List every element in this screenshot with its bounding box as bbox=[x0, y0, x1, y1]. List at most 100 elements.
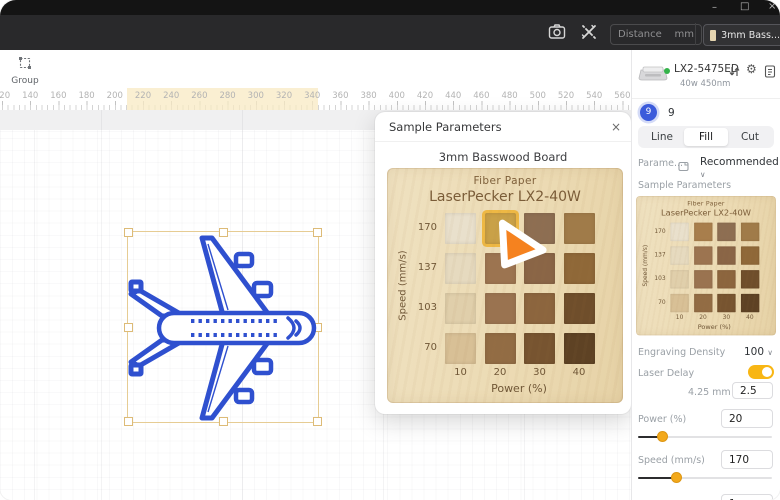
speed-input[interactable]: 170 bbox=[721, 450, 773, 469]
power-slider-knob[interactable] bbox=[657, 431, 668, 442]
tab-fill[interactable]: Fill bbox=[684, 128, 728, 146]
card-xlabel: Power (%) bbox=[670, 323, 758, 331]
power-input[interactable]: 20 bbox=[721, 409, 773, 428]
card-power-tick: 20 bbox=[485, 367, 516, 378]
right-sidebar: LX2-5475ED 40w 450nm ⚙ 9 9 Line Fill Cut… bbox=[632, 50, 780, 500]
device-status-dot bbox=[664, 68, 670, 74]
power-slider[interactable] bbox=[638, 436, 772, 438]
distance-unit: mm bbox=[675, 29, 694, 40]
card-speed-tick: 103 bbox=[647, 275, 666, 282]
ruler-label: 420 bbox=[417, 91, 433, 101]
engraving-density-dropdown[interactable]: 100 ∨ bbox=[744, 346, 773, 358]
card-swatch bbox=[670, 294, 688, 312]
distance-placeholder: Distance bbox=[618, 29, 662, 40]
card-xlabel: Power (%) bbox=[445, 382, 593, 395]
card-power-tick: 40 bbox=[741, 314, 759, 321]
ruler-label: 220 bbox=[135, 91, 151, 101]
ruler-label: 520 bbox=[558, 91, 574, 101]
mode-tabs: Line Fill Cut bbox=[638, 126, 774, 148]
card-subtitle: LaserPecker LX2-40W bbox=[636, 208, 776, 217]
sample-parameters-thumbnail[interactable]: Fiber PaperLaserPecker LX2-40WSpeed (mm/… bbox=[636, 196, 776, 336]
card-swatch bbox=[670, 246, 688, 264]
card-title: Fiber Paper bbox=[387, 175, 623, 187]
card-swatch bbox=[670, 223, 688, 241]
card-swatch[interactable] bbox=[564, 253, 595, 284]
card-swatch bbox=[694, 246, 712, 264]
laser-delay-toggle[interactable] bbox=[748, 365, 774, 379]
card-swatch[interactable] bbox=[445, 213, 476, 244]
card-swatch[interactable] bbox=[485, 293, 516, 324]
card-swatch[interactable] bbox=[485, 333, 516, 364]
card-swatch bbox=[694, 270, 712, 288]
device-spec: 40w 450nm bbox=[680, 79, 730, 89]
close-window-button[interactable]: × bbox=[768, 2, 776, 12]
camera-icon[interactable] bbox=[548, 23, 566, 45]
horizontal-ruler[interactable]: 1201401601802002202402602803003203403603… bbox=[0, 88, 631, 110]
card-swatch[interactable] bbox=[524, 293, 555, 324]
speed-slider[interactable] bbox=[638, 477, 772, 479]
parameters-label: Parame... bbox=[638, 158, 683, 169]
distance-input[interactable]: Distance mm bbox=[610, 24, 702, 45]
card-swatch[interactable] bbox=[445, 333, 476, 364]
card-swatch bbox=[717, 270, 735, 288]
airplane-object[interactable] bbox=[128, 232, 318, 422]
card-swatch[interactable] bbox=[564, 213, 595, 244]
card-speed-tick: 70 bbox=[405, 342, 437, 353]
material-button-label: 3mm Bass... bbox=[721, 30, 780, 41]
group-button[interactable]: Group bbox=[6, 54, 44, 86]
sample-parameters-dialog: Sample Parameters × 3mm Basswood Board F… bbox=[375, 112, 631, 414]
dialog-close-icon[interactable]: × bbox=[607, 118, 625, 136]
card-ylabel: Speed (mm/s) bbox=[398, 236, 409, 336]
tab-line[interactable]: Line bbox=[640, 128, 684, 146]
device-settings-gear-icon[interactable]: ⚙ bbox=[746, 62, 757, 76]
ruler-label: 480 bbox=[501, 91, 517, 101]
ruler-label: 380 bbox=[360, 91, 376, 101]
swap-arrows-icon[interactable] bbox=[728, 63, 741, 82]
card-swatch[interactable] bbox=[524, 333, 555, 364]
selection-box[interactable] bbox=[127, 231, 319, 423]
card-power-tick: 30 bbox=[717, 314, 735, 321]
group-icon bbox=[18, 55, 32, 74]
card-swatch bbox=[741, 294, 759, 312]
card-power-tick: 40 bbox=[564, 367, 595, 378]
ruler-label: 540 bbox=[586, 91, 602, 101]
material-button[interactable]: 3mm Bass... bbox=[703, 24, 780, 46]
tab-cut[interactable]: Cut bbox=[728, 128, 772, 146]
minimize-button[interactable]: – bbox=[712, 3, 717, 13]
toolbar-separator bbox=[695, 23, 696, 45]
crossed-tools-icon[interactable] bbox=[580, 23, 598, 45]
save-parameter-icon[interactable] bbox=[678, 157, 689, 176]
ruler-label: 440 bbox=[445, 91, 461, 101]
ruler-label: 200 bbox=[107, 91, 123, 101]
device-image bbox=[637, 62, 669, 88]
maximize-button[interactable]: □ bbox=[740, 2, 749, 12]
dialog-title: Sample Parameters bbox=[389, 120, 502, 134]
card-speed-tick: 137 bbox=[647, 252, 666, 259]
sample-parameters-card[interactable]: Fiber Paper LaserPecker LX2-40W Speed (mm/… bbox=[387, 168, 623, 403]
laser-delay-input[interactable]: 2.5 bbox=[732, 382, 773, 399]
speed-slider-knob[interactable] bbox=[671, 472, 682, 483]
card-swatch[interactable] bbox=[564, 333, 595, 364]
card-swatch[interactable] bbox=[445, 293, 476, 324]
sample-parameters-label: Sample Parameters bbox=[638, 180, 731, 191]
card-power-tick: 10 bbox=[445, 367, 476, 378]
ruler-label: 460 bbox=[473, 91, 489, 101]
layer-badge[interactable]: 9 bbox=[640, 104, 657, 121]
window-titlebar[interactable]: – □ × bbox=[0, 0, 780, 15]
engraving-density-label: Engraving Density bbox=[638, 347, 725, 358]
card-subtitle: LaserPecker LX2-40W bbox=[387, 189, 623, 205]
dialog-material-name: 3mm Basswood Board bbox=[375, 150, 631, 164]
card-speed-tick: 103 bbox=[405, 302, 437, 313]
card-ylabel: Speed (mm/s) bbox=[642, 236, 649, 295]
ruler-label: 260 bbox=[191, 91, 207, 101]
preset-dropdown[interactable]: Recommended ∨ bbox=[700, 156, 780, 180]
chevron-down-icon: ∨ bbox=[700, 170, 706, 179]
card-swatch[interactable] bbox=[445, 253, 476, 284]
card-swatch bbox=[694, 223, 712, 241]
top-toolbar: Distance mm 3mm Bass... bbox=[0, 15, 780, 50]
device-log-document-icon[interactable] bbox=[764, 63, 776, 82]
card-swatch[interactable] bbox=[564, 293, 595, 324]
card-speed-tick: 170 bbox=[647, 228, 666, 235]
card-swatch bbox=[717, 246, 735, 264]
pass-input[interactable]: 1 bbox=[721, 494, 773, 500]
